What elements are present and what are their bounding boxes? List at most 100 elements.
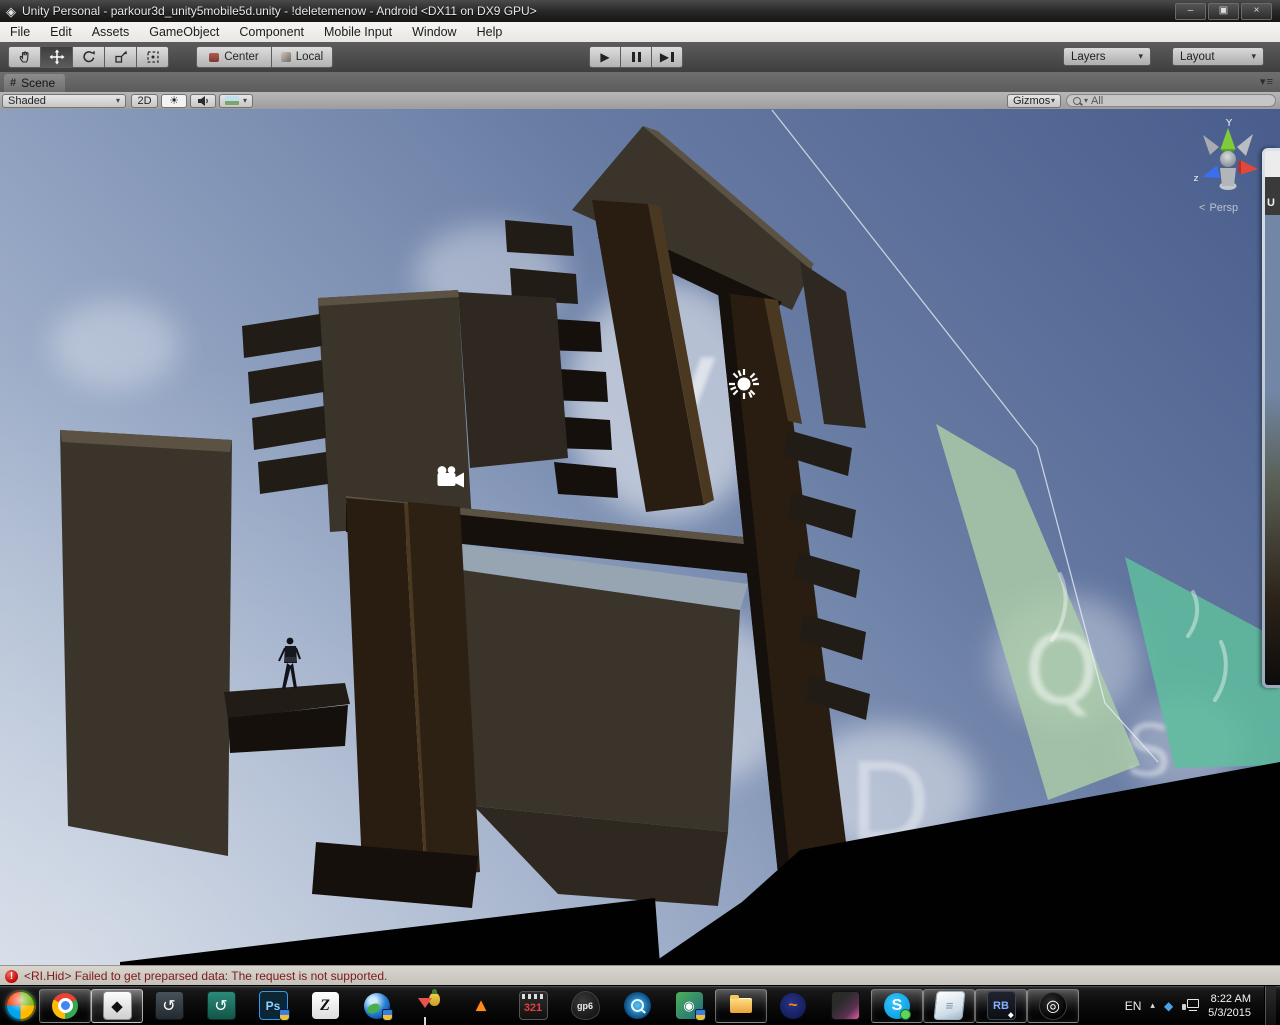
cocktail-icon <box>416 992 443 1019</box>
error-icon: ! <box>5 970 18 983</box>
image-icon <box>225 96 239 105</box>
taskbar-app-skype[interactable]: S <box>871 989 923 1023</box>
title-bar[interactable]: ◈ Unity Personal - parkour3d_unity5mobil… <box>0 0 1280 23</box>
clock[interactable]: 8:22 AM 5/3/2015 <box>1208 992 1255 1020</box>
toggle-2d-button[interactable]: 2D <box>131 94 158 108</box>
taskbar-app-audacity[interactable]: ~ <box>767 989 819 1023</box>
panel-menu-icon[interactable]: ▾≡ <box>1260 75 1274 88</box>
notepad-icon: ≡ <box>933 991 965 1020</box>
chevron-down-icon: ▾ <box>1051 96 1055 105</box>
uac-shield-icon <box>279 1009 290 1021</box>
taskbar-app-search-tool[interactable] <box>611 989 663 1023</box>
scene-viewport[interactable]: .wd{fill:#281d10}.w2{fill:#2c2113}.wl{fi… <box>0 109 1280 965</box>
chevron-left-icon: < <box>1199 202 1205 214</box>
tray-expand-icon[interactable]: ▴ <box>1150 1000 1155 1011</box>
axis-cone-nw[interactable] <box>1203 135 1219 155</box>
layers-dropdown[interactable]: Layers▾ <box>1063 47 1151 66</box>
taskbar-app-unity[interactable]: ◆ <box>91 989 143 1023</box>
orientation-gizmo[interactable]: Y x z <box>1194 118 1268 190</box>
system-tray: EN ▴ ◆ 8:22 AM 5/3/2015 <box>1125 986 1280 1025</box>
taskbar-app-google-earth[interactable] <box>351 989 403 1023</box>
lighting-toggle-button[interactable]: ☀ <box>161 94 187 108</box>
taskbar-app-explorer[interactable] <box>715 989 767 1023</box>
menu-help[interactable]: Help <box>467 22 513 42</box>
gizmos-dropdown[interactable]: Gizmos▾ <box>1007 94 1061 108</box>
scene-tab-bar: # Scene ▾≡ <box>0 72 1280 93</box>
menu-component[interactable]: Component <box>229 22 314 42</box>
tab-scene[interactable]: # Scene <box>4 74 65 92</box>
move-tool-button[interactable] <box>40 46 73 68</box>
menu-file[interactable]: File <box>0 22 40 42</box>
z-axis-cone[interactable] <box>1202 166 1220 179</box>
taskbar-app-vlc[interactable]: ▲ <box>455 989 507 1023</box>
start-button[interactable] <box>5 990 36 1021</box>
taskbar-app-obs[interactable]: ◎ <box>1027 989 1079 1023</box>
minimize-button[interactable]: – <box>1175 3 1206 20</box>
chrome-icon <box>52 993 78 1019</box>
play-button[interactable]: ▶ <box>589 46 621 68</box>
pause-button[interactable] <box>620 46 652 68</box>
rotate-icon <box>81 49 97 65</box>
pivot-center-button[interactable]: Center <box>196 46 272 68</box>
zbrush-icon: Z <box>312 992 339 1019</box>
menu-edit[interactable]: Edit <box>40 22 82 42</box>
taskbar-app-notepad[interactable]: ≡ <box>923 989 975 1023</box>
effects-toggle-button[interactable]: ▾ <box>219 94 253 108</box>
scale-tool-button[interactable] <box>104 46 137 68</box>
step-button[interactable]: ▶ <box>651 46 683 68</box>
taskbar-app-spiral-dark[interactable]: ↺ <box>143 989 195 1023</box>
scene-search-field[interactable]: ▾ <box>1066 94 1276 107</box>
taskbar-app-guitar-pro[interactable]: gp6 <box>559 989 611 1023</box>
chevron-down-icon: ▾ <box>1084 96 1088 105</box>
network-icon[interactable] <box>1182 998 1199 1013</box>
restore-button[interactable]: ▣ <box>1208 3 1239 20</box>
rotate-tool-button[interactable] <box>72 46 105 68</box>
taskbar-app-mpc[interactable]: 321 <box>507 989 559 1023</box>
taskbar-app-cocktail[interactable] <box>403 989 455 1023</box>
gizmo-center-sphere[interactable] <box>1220 151 1236 167</box>
spiral-teal-icon: ↺ <box>207 991 236 1020</box>
shading-mode-dropdown[interactable]: Shaded▾ <box>2 94 126 108</box>
clock-date: 5/3/2015 <box>1208 1006 1251 1020</box>
status-bar[interactable]: ! <RI.Hid> Failed to get preparsed data:… <box>0 965 1280 986</box>
menu-bar: File Edit Assets GameObject Component Mo… <box>0 22 1280 43</box>
dropbox-icon[interactable]: ◆ <box>1164 999 1173 1013</box>
video-capture-icon: ◉ <box>676 992 703 1019</box>
x-axis-cone[interactable] <box>1241 161 1258 175</box>
pivot-local-button[interactable]: Local <box>271 46 333 68</box>
close-button[interactable]: × <box>1241 3 1272 20</box>
desktop: { "window": { "app_icon_glyph": "◈", "ti… <box>0 0 1280 1024</box>
google-earth-icon <box>364 993 390 1019</box>
y-axis-cone[interactable] <box>1221 128 1236 149</box>
taskbar-app-video-capture[interactable]: ◉ <box>663 989 715 1023</box>
obs-icon: ◎ <box>1039 992 1067 1020</box>
menu-gameobject[interactable]: GameObject <box>139 22 229 42</box>
pivot-local-icon <box>281 52 291 62</box>
taskbar-app-rb-unity[interactable]: RB◆ <box>975 989 1027 1023</box>
show-desktop-button[interactable] <box>1264 986 1276 1025</box>
menu-mobile-input[interactable]: Mobile Input <box>314 22 402 42</box>
pan-tool-button[interactable] <box>8 46 41 68</box>
scene-toolbar: Shaded▾ 2D ☀ ▾ Gizmos▾ ▾ <box>0 92 1280 110</box>
taskbar-app-graphics-tool[interactable] <box>819 989 871 1023</box>
audio-toggle-button[interactable] <box>190 94 216 108</box>
hand-icon <box>17 49 33 65</box>
floating-window-edge[interactable]: U <box>1262 148 1280 688</box>
layout-dropdown[interactable]: Layout▾ <box>1172 47 1264 66</box>
menu-window[interactable]: Window <box>402 22 466 42</box>
search-input[interactable] <box>1091 95 1241 107</box>
menu-assets[interactable]: Assets <box>82 22 140 42</box>
language-indicator[interactable]: EN <box>1125 999 1142 1013</box>
player-character[interactable] <box>279 638 300 690</box>
y-axis-label: Y <box>1225 118 1233 129</box>
axis-cone-ne[interactable] <box>1237 134 1253 156</box>
taskbar-apps: ◆ ↺ ↺ Ps Z ▲ 321 gp6 <box>39 987 1079 1024</box>
taskbar-app-zbrush[interactable]: Z <box>299 989 351 1023</box>
grid-icon: # <box>10 77 16 89</box>
sun-light-gizmo[interactable] <box>729 369 759 399</box>
taskbar-app-photoshop[interactable]: Ps <box>247 989 299 1023</box>
rect-tool-button[interactable] <box>136 46 169 68</box>
projection-label[interactable]: < Persp <box>1199 202 1238 214</box>
taskbar-app-chrome[interactable] <box>39 989 91 1023</box>
taskbar-app-spiral-teal[interactable]: ↺ <box>195 989 247 1023</box>
